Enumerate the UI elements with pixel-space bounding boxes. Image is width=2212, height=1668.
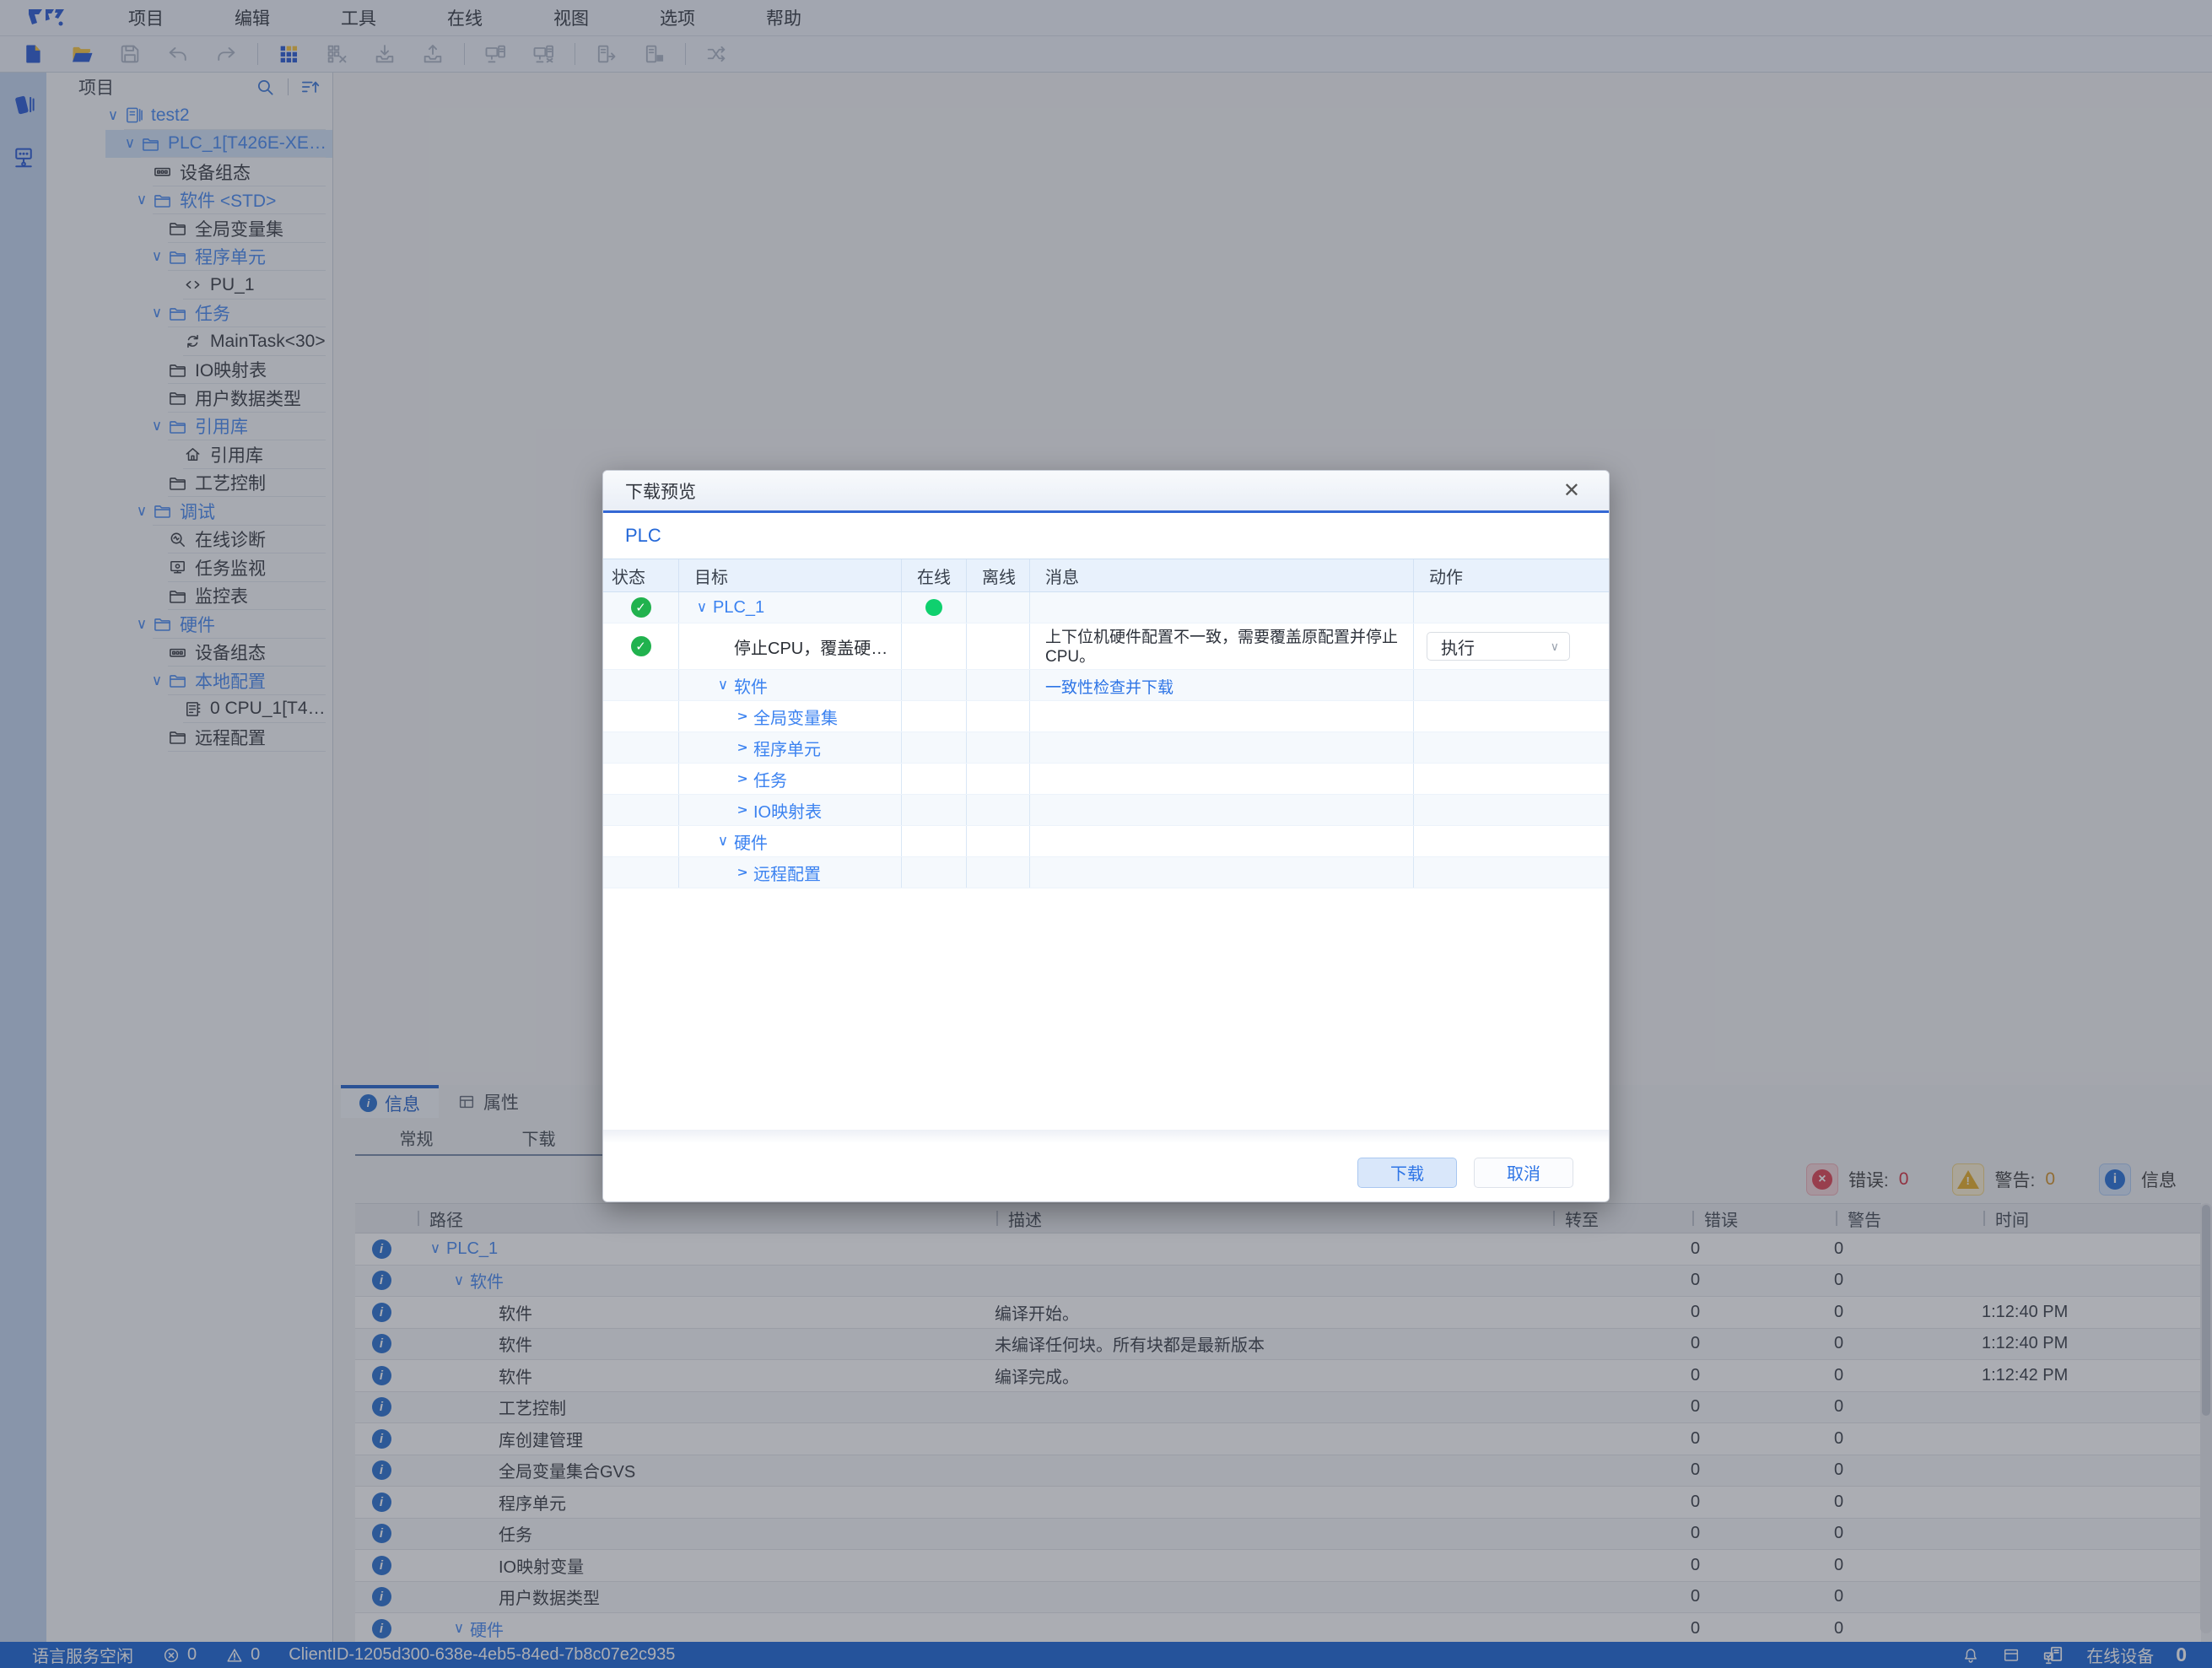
download-item-row[interactable]: ✓ 远程配置 — [603, 857, 1609, 888]
expand-arrow[interactable] — [712, 677, 734, 694]
message-cell — [1030, 732, 1414, 763]
target-label: 远程配置 — [753, 861, 821, 885]
action-cell: ∨ — [1414, 764, 1609, 794]
message-cell: 上下位机硬件配置不一致，需要覆盖原配置并停止CPU。 — [1030, 623, 1414, 669]
target-cell: PLC_1 — [679, 592, 902, 623]
dialog-table-header: 状态目标在线离线消息动作 — [603, 559, 1609, 592]
action-cell: ∨ — [1414, 857, 1609, 888]
dialog-column-header: 目标 — [679, 559, 902, 591]
target-label: 硬件 — [734, 829, 768, 854]
expand-arrow[interactable] — [691, 599, 713, 616]
dialog-title: 下载预览 — [625, 478, 1556, 504]
dialog-column-header: 消息 — [1030, 559, 1414, 591]
expand-arrow[interactable] — [734, 768, 751, 790]
consistency-check-link[interactable]: 一致性检查并下载 — [1045, 678, 1173, 698]
online-indicator — [925, 599, 942, 616]
app-window: 项目编辑工具在线视图选项帮助 — [0, 0, 2212, 1668]
message-cell — [1030, 826, 1414, 856]
offline-cell — [967, 795, 1030, 825]
download-item-row[interactable]: ✓ PLC_1 — [603, 592, 1609, 623]
download-item-row[interactable]: ✓ 停止CPU，覆盖硬件... 上下位机硬件配置不一致，需要覆盖原配置并停止CP… — [603, 623, 1609, 670]
download-item-row[interactable]: ✓ IO映射表 — [603, 795, 1609, 826]
offline-cell — [967, 857, 1030, 888]
download-item-row[interactable]: ✓ 软件 一致性检查并下载 — [603, 670, 1609, 701]
offline-cell — [967, 623, 1030, 669]
offline-cell — [967, 670, 1030, 700]
expand-arrow[interactable] — [734, 861, 751, 883]
chevron-down-icon: ∨ — [1551, 640, 1559, 654]
action-cell: ∨ — [1414, 795, 1609, 825]
target-label: 停止CPU，覆盖硬件... — [734, 634, 901, 659]
action-select[interactable]: 执行 ∨ — [1427, 632, 1570, 661]
download-item-row[interactable]: ✓ 程序单元 — [603, 732, 1609, 764]
target-label: IO映射表 — [753, 798, 822, 823]
offline-cell — [967, 826, 1030, 856]
dialog-title-bar[interactable]: 下载预览 ✕ — [603, 471, 1609, 513]
message-cell: 一致性检查并下载 — [1030, 670, 1414, 700]
expand-arrow[interactable] — [734, 737, 751, 758]
dialog-column-header: 动作 — [1414, 559, 1609, 591]
success-check-icon: ✓ — [631, 597, 651, 618]
offline-cell — [967, 764, 1030, 794]
target-cell: IO映射表 — [679, 795, 902, 825]
offline-cell — [967, 701, 1030, 731]
target-label: PLC_1 — [713, 598, 764, 618]
action-cell: 执行 ∨ — [1414, 623, 1609, 669]
message-cell — [1030, 592, 1414, 623]
target-label: 任务 — [753, 767, 787, 791]
download-item-row[interactable]: ✓ 任务 — [603, 764, 1609, 795]
message-cell — [1030, 701, 1414, 731]
action-cell: ∨ — [1414, 670, 1609, 700]
dialog-footer: 下载 取消 — [603, 1143, 1609, 1201]
cancel-button[interactable]: 取消 — [1474, 1158, 1573, 1188]
dialog-section-label: PLC — [603, 513, 1609, 559]
target-cell: 停止CPU，覆盖硬件... — [679, 623, 902, 669]
expand-arrow[interactable] — [712, 833, 734, 850]
message-cell — [1030, 795, 1414, 825]
target-cell: 任务 — [679, 764, 902, 794]
target-cell: 程序单元 — [679, 732, 902, 763]
dialog-table-rows: ✓ PLC_1 — [603, 592, 1609, 888]
dialog-close-button[interactable]: ✕ — [1556, 478, 1587, 505]
expand-arrow[interactable] — [734, 705, 751, 727]
download-item-row[interactable]: ✓ 硬件 — [603, 826, 1609, 857]
action-cell: ∨ — [1414, 732, 1609, 763]
expand-arrow[interactable] — [734, 799, 751, 821]
action-cell: ∨ — [1414, 701, 1609, 731]
message-cell — [1030, 764, 1414, 794]
dialog-column-header: 在线 — [902, 559, 967, 591]
target-label: 全局变量集 — [753, 704, 838, 729]
download-preview-dialog: 下载预览 ✕ PLC 状态目标在线离线消息动作 ✓ PLC_1 — [602, 470, 1610, 1202]
message-text: 上下位机硬件配置不一致，需要覆盖原配置并停止CPU。 — [1045, 629, 1398, 666]
target-cell: 硬件 — [679, 826, 902, 856]
download-item-row[interactable]: ✓ 全局变量集 — [603, 701, 1609, 732]
download-button[interactable]: 下载 — [1357, 1158, 1457, 1188]
target-cell: 软件 — [679, 670, 902, 700]
action-cell: ∨ — [1414, 826, 1609, 856]
message-cell — [1030, 857, 1414, 888]
target-cell: 远程配置 — [679, 857, 902, 888]
success-check-icon: ✓ — [631, 636, 651, 656]
dialog-column-header: 状态 — [603, 559, 679, 591]
offline-cell — [967, 732, 1030, 763]
dialog-column-header: 离线 — [967, 559, 1030, 591]
action-cell: ∨ — [1414, 592, 1609, 623]
target-label: 软件 — [734, 673, 768, 698]
target-cell: 全局变量集 — [679, 701, 902, 731]
action-value: 执行 — [1441, 634, 1475, 659]
offline-cell — [967, 592, 1030, 623]
target-label: 程序单元 — [753, 736, 821, 760]
